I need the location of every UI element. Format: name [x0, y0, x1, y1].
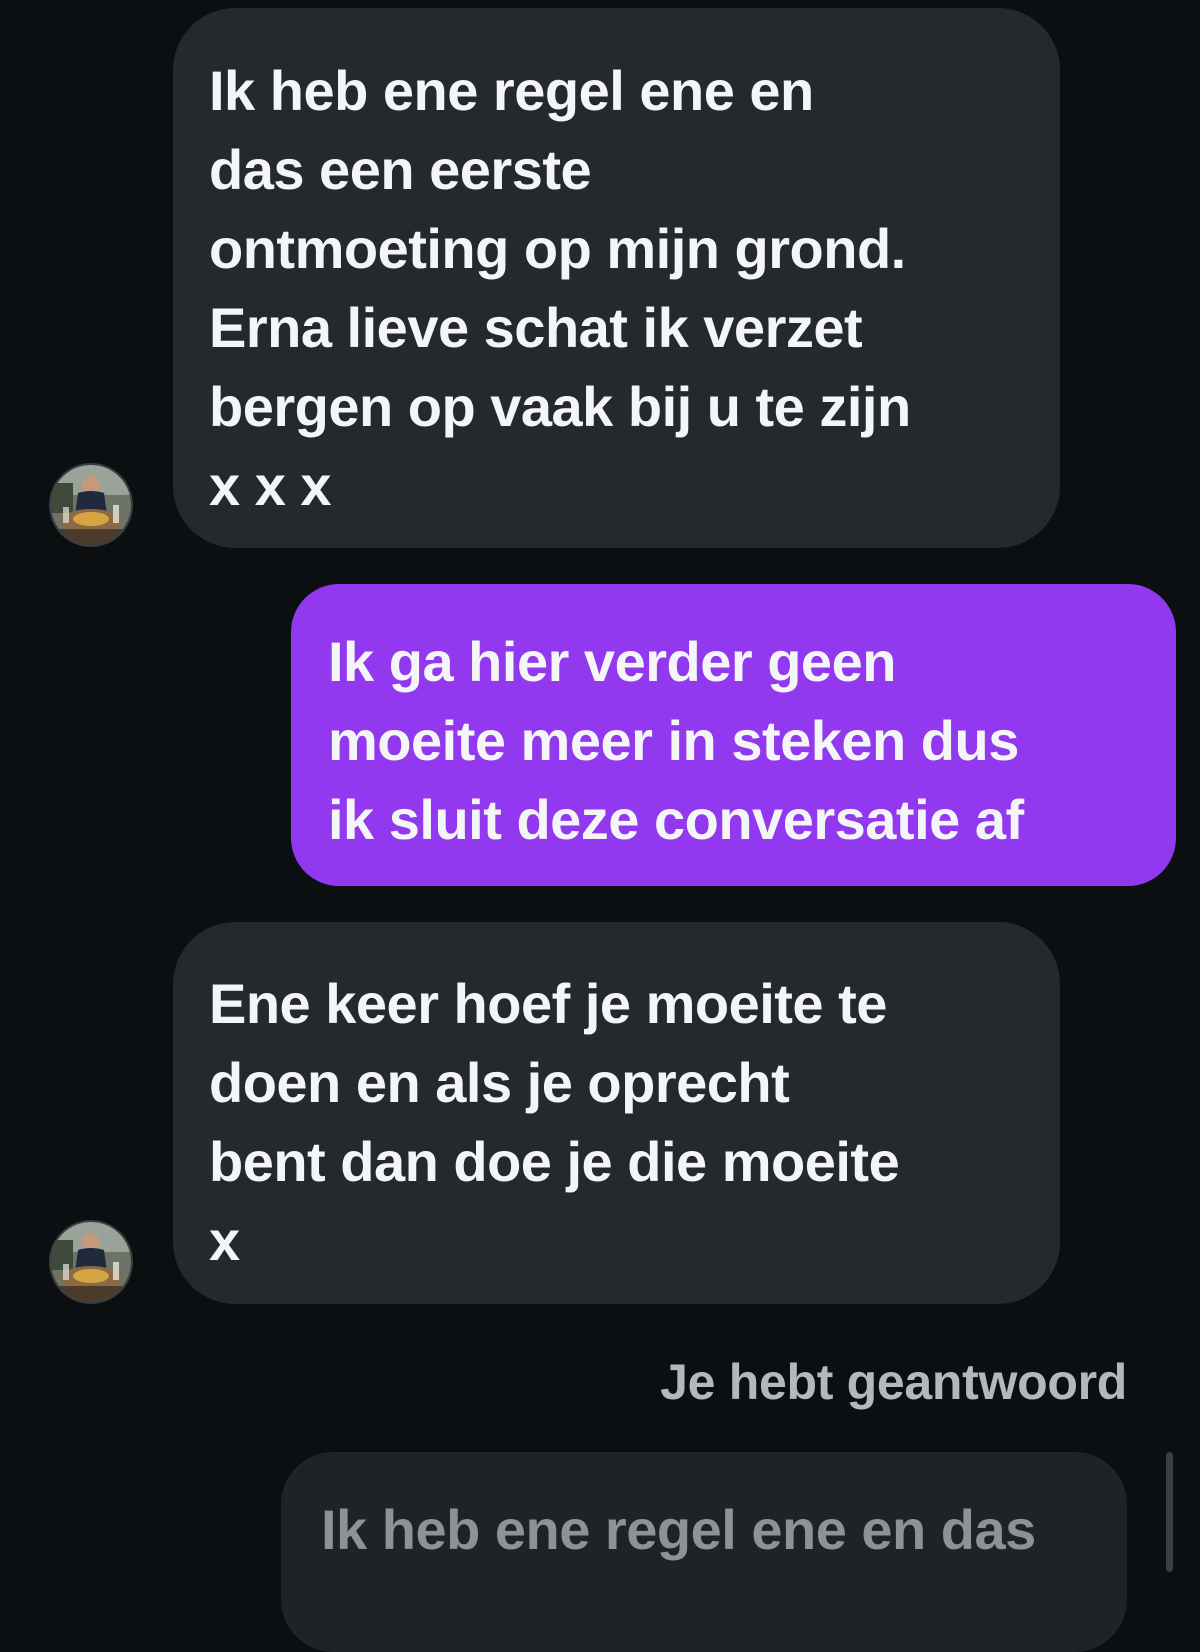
reply-indicator-label: Je hebt geantwoord: [660, 1354, 1127, 1410]
scrollbar[interactable]: [1166, 1452, 1173, 1572]
message-text: Ene keer hoef je moeite te doen en als j…: [209, 972, 900, 1272]
incoming-message-bubble[interactable]: Ene keer hoef je moeite te doen en als j…: [173, 922, 1060, 1304]
message-text: Ik heb ene regel ene en das een eerste o…: [209, 59, 911, 517]
outgoing-message-bubble[interactable]: Ik ga hier verder geen moeite meer in st…: [291, 584, 1176, 886]
contact-avatar[interactable]: [49, 463, 133, 547]
contact-avatar[interactable]: [49, 1220, 133, 1304]
contact-photo-icon: [51, 1222, 131, 1302]
quoted-reply-bubble[interactable]: Ik heb ene regel ene en das: [281, 1452, 1127, 1652]
message-text: Ik ga hier verder geen moeite meer in st…: [328, 630, 1024, 851]
incoming-message-bubble[interactable]: Ik heb ene regel ene en das een eerste o…: [173, 8, 1060, 548]
quoted-message-text: Ik heb ene regel ene en das: [321, 1498, 1036, 1561]
contact-photo-icon: [51, 465, 131, 545]
